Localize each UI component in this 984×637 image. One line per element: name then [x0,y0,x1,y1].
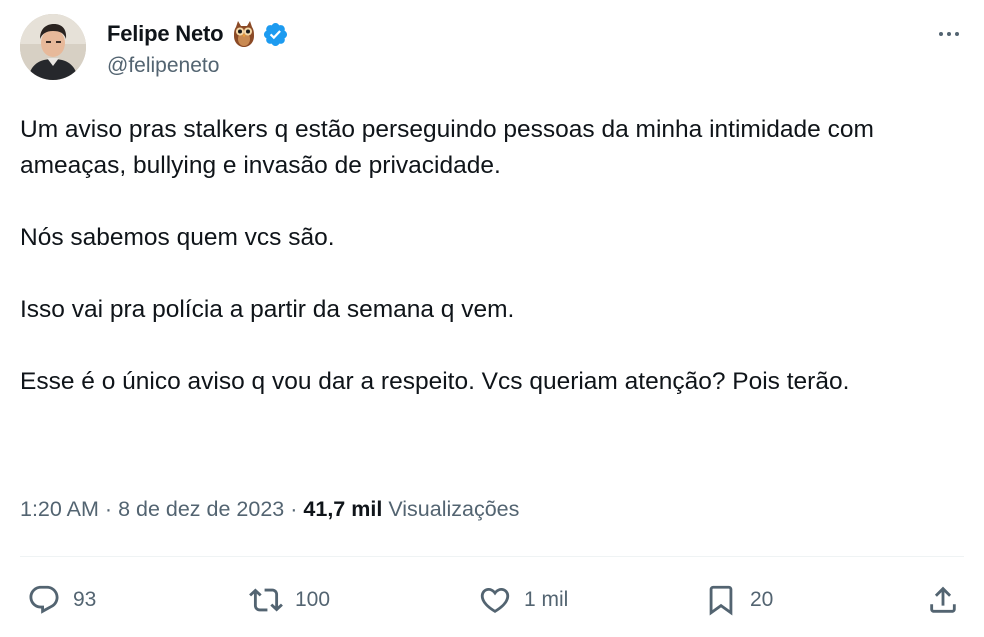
tweet-paragraph: Nós sabemos quem vcs são. [20,224,335,251]
like-count: 1 mil [524,588,569,611]
reply-icon [29,585,59,614]
bookmark-icon [709,585,733,616]
tweet-text: Um aviso pras stalkers q estão perseguin… [20,112,960,400]
verified-badge-icon[interactable] [262,21,289,48]
more-options-button[interactable] [934,22,964,46]
avatar-photo [20,14,86,80]
author-handle[interactable]: @felipeneto [107,54,219,78]
tweet-paragraph: Um aviso pras stalkers q estão perseguin… [20,116,874,179]
share-button[interactable] [926,574,960,626]
meta-separator: · [104,497,113,521]
tweet-meta: 1:20 AM · 8 de dez de 2023 · 41,7 mil Vi… [20,497,519,522]
tweet-time[interactable]: 1:20 AM [20,497,99,522]
meta-separator: · [290,497,298,521]
share-icon [930,586,956,613]
more-dot-icon [955,32,959,36]
tweet-date[interactable]: 8 de dez de 2023 [118,497,284,522]
owl-emoji-icon [232,21,256,47]
more-dot-icon [939,32,943,36]
tweet-paragraph: Esse é o único aviso q vou dar a respeit… [20,368,850,395]
views-label[interactable]: Visualizações [388,497,519,522]
reply-button[interactable]: 93 [27,574,96,626]
bookmark-count: 20 [750,588,774,611]
retweet-icon [249,588,283,612]
divider [20,556,964,557]
retweet-count: 100 [295,588,331,611]
action-bar: 93 100 1 mil 20 [0,574,984,626]
like-button[interactable]: 1 mil [478,574,568,626]
tweet-paragraph: Isso vai pra polícia a partir da semana … [20,296,515,323]
author-display-name[interactable]: Felipe Neto [107,21,224,47]
avatar[interactable] [20,14,86,80]
reply-count: 93 [73,588,97,611]
bookmark-button[interactable]: 20 [704,574,773,626]
author-name-row: Felipe Neto [107,19,289,49]
heart-icon [480,587,510,613]
views-count[interactable]: 41,7 mil [303,497,382,522]
more-dot-icon [947,32,951,36]
retweet-button[interactable]: 100 [249,574,330,626]
